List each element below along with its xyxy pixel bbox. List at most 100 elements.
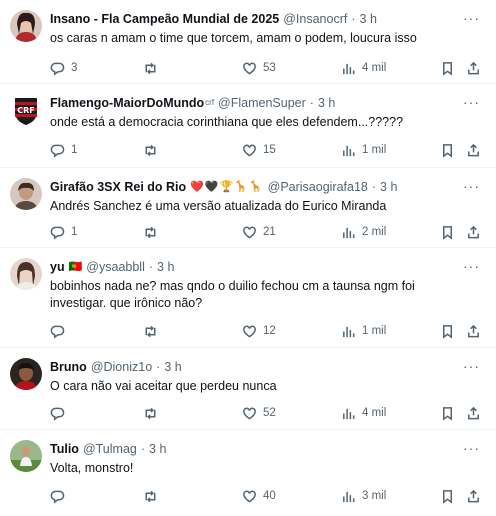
reply-button[interactable] — [50, 489, 71, 504]
views-button[interactable]: 2 mil — [341, 225, 386, 240]
reply-button[interactable]: 1 — [50, 225, 77, 240]
more-options-icon[interactable]: ··· — [463, 94, 480, 110]
author-handle[interactable]: @Insanocrf — [283, 11, 347, 27]
reply-button[interactable] — [50, 324, 71, 339]
reply-item[interactable]: yu 🇵🇹 @ysaabbll · 3 h ··· bobinhos nada … — [0, 248, 496, 348]
like-button[interactable]: 40 — [242, 489, 276, 504]
author-handle[interactable]: @FlamenSuper — [218, 95, 306, 111]
name-suffix: crf — [205, 98, 215, 107]
more-options-icon[interactable]: ··· — [463, 440, 480, 456]
avatar[interactable]: CRF — [10, 94, 42, 126]
retweet-button[interactable] — [143, 143, 164, 158]
reply-count: 1 — [71, 226, 78, 238]
timestamp[interactable]: 3 h — [360, 11, 377, 27]
more-options-icon[interactable]: ··· — [463, 178, 480, 194]
author-handle[interactable]: @ysaabbll — [86, 259, 145, 275]
action-bar: 52 4 mil — [50, 403, 484, 423]
author-name[interactable]: Flamengo-MaiorDoMundo — [50, 95, 204, 111]
share-button[interactable] — [466, 489, 481, 504]
share-button[interactable] — [466, 143, 481, 158]
share-button[interactable] — [466, 225, 481, 240]
reply-icon — [50, 407, 65, 421]
reply-item[interactable]: CRF Flamengo-MaiorDoMundo crf @FlamenSup… — [0, 84, 496, 168]
view-count: 2 mil — [362, 226, 387, 238]
author-name[interactable]: yu — [50, 259, 65, 275]
timestamp[interactable]: 3 h — [164, 359, 181, 375]
timestamp[interactable]: 3 h — [157, 259, 174, 275]
heart-icon — [243, 325, 256, 338]
avatar[interactable] — [10, 178, 42, 210]
view-count: 1 mil — [362, 325, 387, 337]
avatar[interactable] — [10, 10, 42, 42]
avatar[interactable] — [10, 258, 42, 290]
separator-dot: · — [148, 260, 154, 274]
more-options-icon[interactable]: ··· — [463, 10, 480, 26]
author-name[interactable]: Girafão 3SX Rei do Rio — [50, 179, 186, 195]
reply-item[interactable]: Insano - Fla Campeão Mundial de 2025 @In… — [0, 0, 496, 84]
separator-dot: · — [156, 360, 161, 374]
views-button[interactable]: 4 mil — [341, 61, 386, 76]
author-name[interactable]: Insano - Fla Campeão Mundial de 2025 — [50, 11, 279, 27]
more-options-icon[interactable]: ··· — [463, 358, 480, 374]
separator-dot: · — [371, 180, 377, 194]
share-button[interactable] — [466, 324, 481, 339]
views-button[interactable]: 1 mil — [341, 143, 386, 158]
svg-text:CRF: CRF — [17, 106, 35, 115]
author-name[interactable]: Tulio — [50, 441, 79, 457]
retweet-button[interactable] — [143, 324, 164, 339]
author-handle[interactable]: @Tulmag — [83, 441, 137, 457]
bookmark-button[interactable] — [440, 143, 455, 158]
timestamp[interactable]: 3 h — [318, 95, 335, 111]
action-bar: 3 53 4 mil — [50, 58, 484, 78]
like-button[interactable]: 15 — [242, 143, 276, 158]
like-button[interactable]: 53 — [242, 61, 276, 76]
action-bar: 12 1 mil — [50, 321, 484, 341]
view-count: 1 mil — [362, 144, 387, 156]
reply-text: Andrés Sanchez é uma versão atualizada d… — [50, 199, 387, 213]
timestamp[interactable]: 3 h — [149, 441, 166, 457]
views-icon — [343, 491, 355, 502]
bookmark-button[interactable] — [440, 489, 455, 504]
retweet-button[interactable] — [143, 225, 164, 240]
view-count: 4 mil — [362, 62, 387, 74]
more-options-icon[interactable]: ··· — [463, 258, 480, 274]
view-count: 3 mil — [362, 490, 387, 502]
retweet-icon — [145, 325, 156, 337]
like-button[interactable]: 12 — [242, 324, 276, 339]
author-handle[interactable]: @Dioniz1o — [91, 359, 152, 375]
bookmark-button[interactable] — [440, 61, 455, 76]
retweet-button[interactable] — [143, 489, 164, 504]
like-button[interactable]: 21 — [242, 225, 276, 240]
bookmark-button[interactable] — [440, 225, 455, 240]
views-icon — [343, 326, 355, 337]
reply-text: Volta, monstro! — [50, 461, 134, 475]
views-button[interactable]: 3 mil — [341, 489, 386, 504]
bookmark-icon — [443, 324, 452, 339]
reply-item[interactable]: Girafão 3SX Rei do Rio ❤️🖤🏆🦒🦒 @Parisaogi… — [0, 168, 496, 248]
share-button[interactable] — [466, 61, 481, 76]
share-button[interactable] — [466, 406, 481, 421]
reply-text: bobinhos nada ne? mas qndo o duilio fech… — [50, 279, 415, 310]
reply-text: O cara não vai aceitar que perdeu nunca — [50, 379, 277, 393]
retweet-button[interactable] — [143, 406, 164, 421]
reply-item[interactable]: Bruno @Dioniz1o · 3 h ··· O cara não vai… — [0, 348, 496, 430]
views-button[interactable]: 4 mil — [341, 406, 386, 421]
like-button[interactable]: 52 — [242, 406, 276, 421]
reply-button[interactable] — [50, 406, 71, 421]
bookmark-icon — [443, 406, 452, 421]
avatar[interactable] — [10, 440, 42, 472]
reply-icon — [50, 490, 65, 504]
reply-item[interactable]: Tulio @Tulmag · 3 h ··· Volta, monstro! … — [0, 430, 496, 516]
bookmark-button[interactable] — [440, 406, 455, 421]
retweet-button[interactable] — [143, 61, 164, 76]
reply-button[interactable]: 3 — [50, 61, 77, 76]
action-bar: 1 15 1 mil — [50, 140, 484, 160]
avatar[interactable] — [10, 358, 42, 390]
author-name[interactable]: Bruno — [50, 359, 87, 375]
reply-button[interactable]: 1 — [50, 143, 77, 158]
views-button[interactable]: 1 mil — [341, 324, 386, 339]
timestamp[interactable]: 3 h — [380, 179, 397, 195]
author-handle[interactable]: @Parisaogirafa18 — [268, 179, 368, 195]
share-icon — [468, 61, 479, 74]
bookmark-button[interactable] — [440, 324, 455, 339]
